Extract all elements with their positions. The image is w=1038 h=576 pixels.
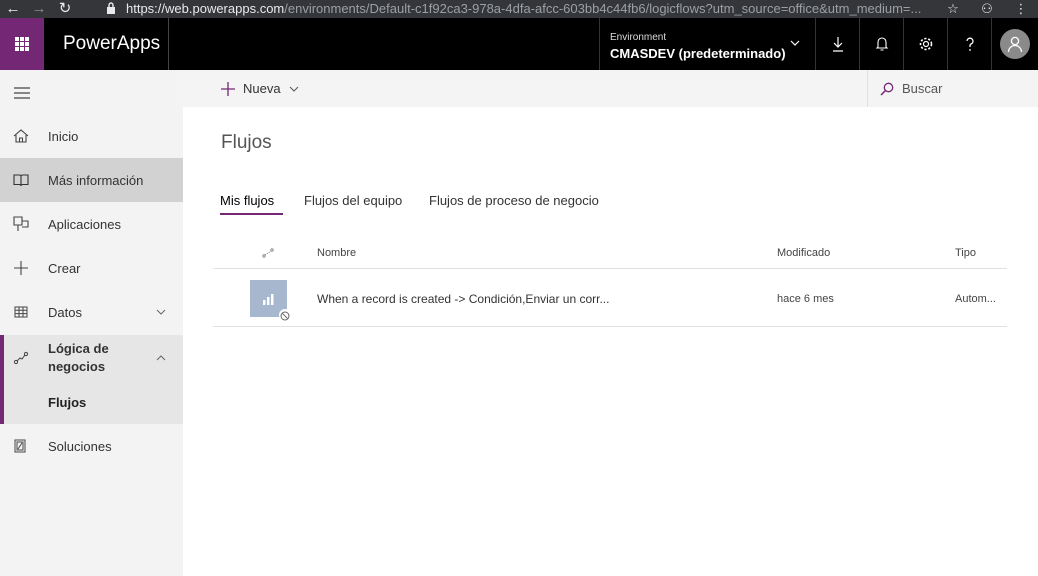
left-navigation: Inicio Más información Aplicaciones Crea… [0,70,183,576]
home-icon [13,129,29,143]
bookmark-star-icon[interactable]: ☆ [936,0,970,18]
waffle-icon [15,37,29,51]
sidebar-item-label: Inicio [48,128,79,144]
extension-icon[interactable]: ⚇ [970,0,1004,18]
environment-value: CMASDEV (predeterminado) [610,46,786,61]
column-header-modified[interactable]: Modificado [777,247,830,259]
chevron-down-icon [156,309,166,315]
url-host: https://web.powerapps.com [126,1,285,16]
bell-icon [875,37,888,51]
sidebar-item-label: Más información [48,172,144,188]
tab-flujos-del-equipo[interactable]: Flujos del equipo [304,193,402,208]
active-tab-indicator [220,213,283,215]
sidebar-item-label: Aplicaciones [48,216,121,232]
solutions-icon [14,439,26,453]
flow-type-column-icon [262,248,274,258]
column-header-name[interactable]: Nombre [317,247,356,259]
settings-button[interactable] [903,18,947,70]
notifications-button[interactable] [859,18,903,70]
chevron-down-icon [289,86,298,92]
avatar [1000,29,1030,59]
sidebar-item-mas-informacion[interactable]: Más información [0,158,183,202]
flow-name[interactable]: When a record is created -> Condición,En… [317,292,609,306]
book-icon [13,174,29,187]
blocked-icon [280,311,290,321]
reload-icon[interactable]: ↻ [52,0,78,18]
environment-label: Environment [610,32,667,43]
page-title: Flujos [221,132,272,153]
flow-icon [13,351,29,364]
download-icon [832,37,843,52]
app-header: PowerApps Environment CMASDEV (predeterm… [0,18,1038,70]
search-box[interactable]: Buscar [867,70,1038,107]
sidebar-item-label: Flujos [48,394,87,410]
gear-icon [919,37,932,51]
help-icon [965,37,974,51]
sidebar-item-logica-de-negocios[interactable]: Lógica de negocios [0,335,183,380]
row-divider [213,326,1007,327]
command-bar: Nueva Buscar [183,70,1038,107]
tab-mis-flujos[interactable]: Mis flujos [220,193,274,208]
help-button[interactable] [947,18,991,70]
sidebar-item-soluciones[interactable]: Soluciones [0,424,183,468]
header-divider [213,268,1007,269]
sidebar-item-flujos[interactable]: Flujos [0,380,183,424]
flow-modified: hace 6 mes [777,293,834,305]
chevron-down-icon [790,40,800,46]
address-bar[interactable]: https://web.powerapps.com/environments/D… [106,0,936,18]
browser-toolbar: ← → ↻ https://web.powerapps.com/environm… [0,0,1038,18]
new-button[interactable]: Nueva [221,70,299,107]
hamburger-menu-icon[interactable] [13,86,31,100]
apps-icon [13,216,29,231]
table-icon [14,306,28,318]
download-button[interactable] [815,18,859,70]
account-button[interactable] [991,18,1038,70]
flow-type: Autom... [955,293,996,305]
sidebar-item-label: Crear [48,260,81,276]
environment-picker[interactable]: Environment CMASDEV (predeterminado) [599,18,815,70]
sidebar-item-crear[interactable]: Crear [0,246,183,290]
plus-icon [221,81,235,96]
sidebar-item-label: Datos [48,304,82,320]
back-icon[interactable]: ← [0,0,26,18]
app-launcher-button[interactable] [0,18,44,70]
sidebar-item-label: Lógica de negocios [48,340,109,374]
sidebar-item-label: Soluciones [48,438,112,454]
search-icon [880,82,894,96]
lock-icon [107,2,115,14]
new-button-label: Nueva [243,81,281,96]
plus-icon [14,261,28,275]
app-name[interactable]: PowerApps [63,18,160,70]
column-header-type[interactable]: Tipo [955,247,976,259]
tab-flujos-de-proceso-de-negocio[interactable]: Flujos de proceso de negocio [429,193,599,208]
url-path: /environments/Default-c1f92ca3-978a-4dfa… [284,1,922,16]
sidebar-item-aplicaciones[interactable]: Aplicaciones [0,202,183,246]
sidebar-item-inicio[interactable]: Inicio [0,114,183,158]
search-placeholder: Buscar [902,81,943,96]
chevron-up-icon [156,354,166,360]
browser-menu-icon[interactable]: ⋮ [1004,0,1038,18]
user-icon [1007,36,1023,53]
header-divider [168,18,169,70]
forward-icon[interactable]: → [26,0,52,18]
disabled-status-badge [279,309,291,321]
sidebar-item-datos[interactable]: Datos [0,290,183,334]
